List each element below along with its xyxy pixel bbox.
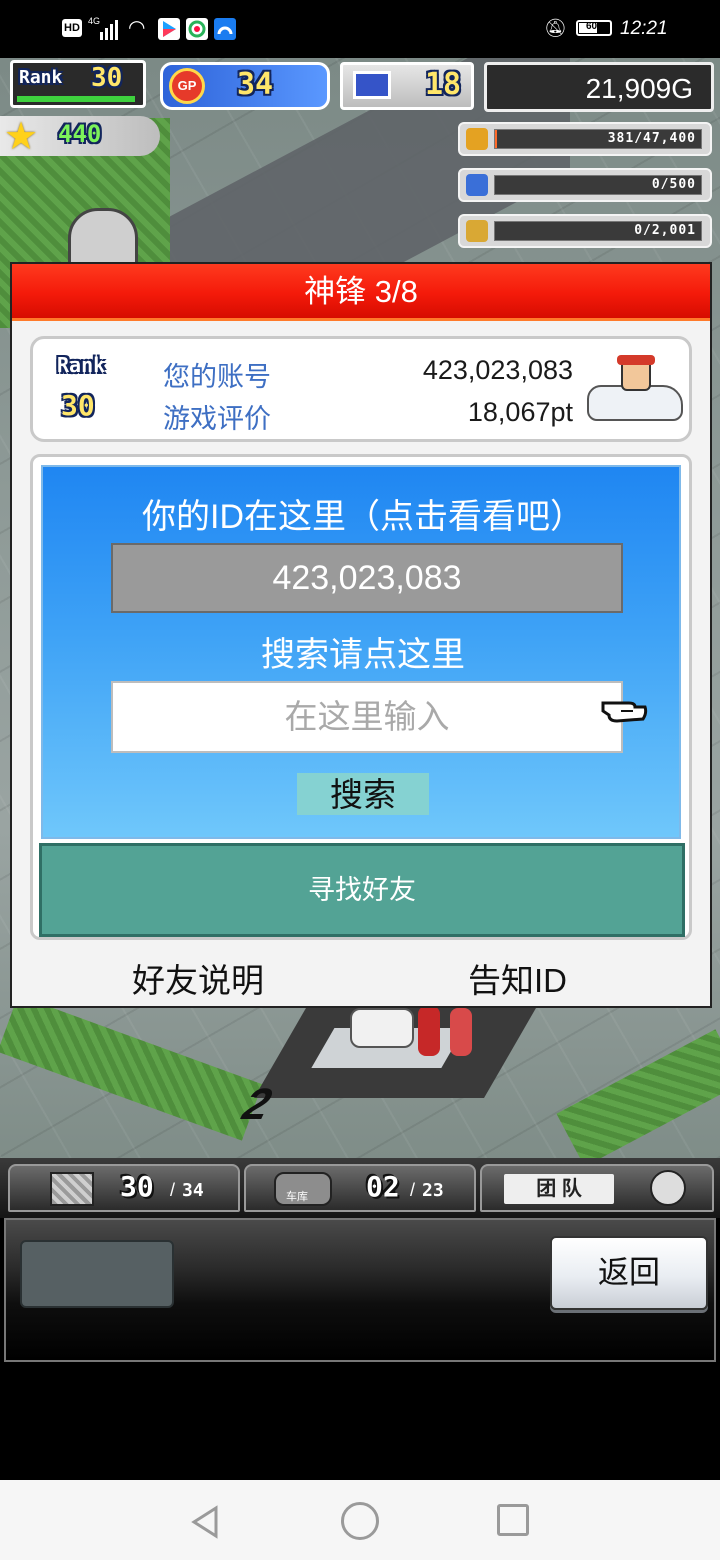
star-panel[interactable]: ★ 440 xyxy=(0,116,160,158)
garage-current: 02 xyxy=(366,1170,400,1203)
pc-panel[interactable]: 18 xyxy=(340,62,474,110)
wifi-icon: ◠ xyxy=(128,17,146,39)
gp-panel[interactable]: GP 34 xyxy=(160,62,330,110)
gp-value: 34 xyxy=(237,67,274,102)
bottom-tab-bar: 30 / 34 车库 02 / 23 团 队 xyxy=(0,1158,720,1218)
nav-back-icon[interactable] xyxy=(186,1502,226,1542)
race-car-sprite xyxy=(350,1008,414,1048)
nav-recents-icon[interactable] xyxy=(497,1504,529,1536)
nav-home-icon[interactable] xyxy=(341,1502,379,1540)
fuel-value: 0/500 xyxy=(651,177,696,192)
garage-max: 23 xyxy=(422,1180,444,1201)
grass-strip xyxy=(0,995,263,1141)
dialog-title: 神锋 3/8 xyxy=(12,264,710,321)
signal-icon: 4G xyxy=(88,16,124,40)
account-card: Rank 30 您的账号 游戏评价 423,023,083 18,067pt xyxy=(30,336,692,442)
back-button[interactable]: 返回 xyxy=(550,1236,708,1310)
fuel-bottle-icon xyxy=(466,174,488,196)
pc-value: 18 xyxy=(425,67,462,102)
gold-value: 21,909G xyxy=(585,73,693,104)
friend-help-link[interactable]: 好友说明 xyxy=(132,954,264,1002)
mechanic-sprite xyxy=(418,1006,440,1056)
storage-tab[interactable]: 30 / 34 xyxy=(8,1164,240,1212)
rating-label: 游戏评价 xyxy=(163,404,271,434)
search-button[interactable]: 搜索 xyxy=(297,773,429,815)
manager-avatar-icon xyxy=(650,1170,686,1206)
app-icon-2 xyxy=(186,18,208,40)
search-input[interactable]: 在这里输入 xyxy=(111,681,623,753)
gp-icon: GP xyxy=(169,68,205,104)
gold-panel[interactable]: 21,909G xyxy=(484,62,714,112)
mute-icon: 🔕︎ xyxy=(544,18,567,38)
status-time: 12:21 xyxy=(620,18,668,39)
rank-progress xyxy=(17,96,135,102)
tire-sign xyxy=(68,208,138,268)
resource-bar-wheat[interactable]: 0/2,001 xyxy=(458,214,712,248)
app-icon-1 xyxy=(158,18,180,40)
my-id-box[interactable]: 423,023,083 xyxy=(111,543,623,613)
team-label: 团 队 xyxy=(504,1174,614,1204)
account-id-value: 423,023,083 xyxy=(422,355,573,385)
friend-dialog: 神锋 3/8 Rank 30 您的账号 游戏评价 423,023,083 18,… xyxy=(10,262,712,1008)
id-prompt: 你的ID在这里（点击看看吧） xyxy=(142,498,584,536)
account-rank-value: 30 xyxy=(61,389,95,422)
share-id-link[interactable]: 告知ID xyxy=(468,954,567,1002)
pointing-hand-icon xyxy=(599,691,649,727)
grass-strip xyxy=(556,1029,720,1158)
rank-value: 30 xyxy=(91,63,123,93)
resource-bar-coins[interactable]: 381/47,400 xyxy=(458,122,712,156)
garage-car-icon: 车库 xyxy=(274,1172,332,1206)
bottom-panel: 返回 xyxy=(4,1218,716,1362)
account-id-label: 您的账号 xyxy=(163,362,271,392)
account-rank-label: Rank xyxy=(57,353,106,377)
storage-current: 30 xyxy=(120,1170,154,1203)
car-avatar xyxy=(587,355,683,427)
rating-value: 18,067pt xyxy=(467,397,573,427)
star-icon: ★ xyxy=(4,116,39,158)
battery-icon: 60 xyxy=(576,20,612,36)
empty-slot xyxy=(20,1240,174,1308)
search-area: 你的ID在这里（点击看看吧） 423,023,083 搜索请点这里 在这里输入 … xyxy=(41,465,681,839)
rank-label: Rank xyxy=(19,67,63,88)
search-panel: 你的ID在这里（点击看看吧） 423,023,083 搜索请点这里 在这里输入 … xyxy=(30,454,692,940)
app-icon-3 xyxy=(214,18,236,40)
garage-separator: / xyxy=(410,1180,416,1200)
wheat-value: 0/2,001 xyxy=(634,223,696,238)
crate-icon xyxy=(50,1172,94,1206)
star-value: 440 xyxy=(58,120,102,148)
resource-bar-fuel[interactable]: 0/500 xyxy=(458,168,712,202)
storage-max: 34 xyxy=(182,1180,204,1201)
garage-tab[interactable]: 车库 02 / 23 xyxy=(244,1164,476,1212)
wheat-icon xyxy=(466,220,488,242)
system-nav-bar xyxy=(0,1480,720,1560)
coin-stack-icon xyxy=(466,128,488,150)
hd-icon: HD xyxy=(62,19,82,37)
computer-icon xyxy=(353,71,391,99)
storage-separator: / xyxy=(170,1180,176,1200)
mechanic-sprite xyxy=(450,1008,472,1056)
coin-value: 381/47,400 xyxy=(607,131,696,146)
find-friend-button[interactable]: 寻找好友 xyxy=(39,843,685,937)
rank-panel[interactable]: Rank 30 xyxy=(10,60,146,108)
status-bar: HD 4G ◠ 🔕︎ 60 12:21 xyxy=(0,0,720,58)
team-tab[interactable]: 团 队 xyxy=(480,1164,714,1212)
search-prompt: 搜索请点这里 xyxy=(261,636,465,674)
